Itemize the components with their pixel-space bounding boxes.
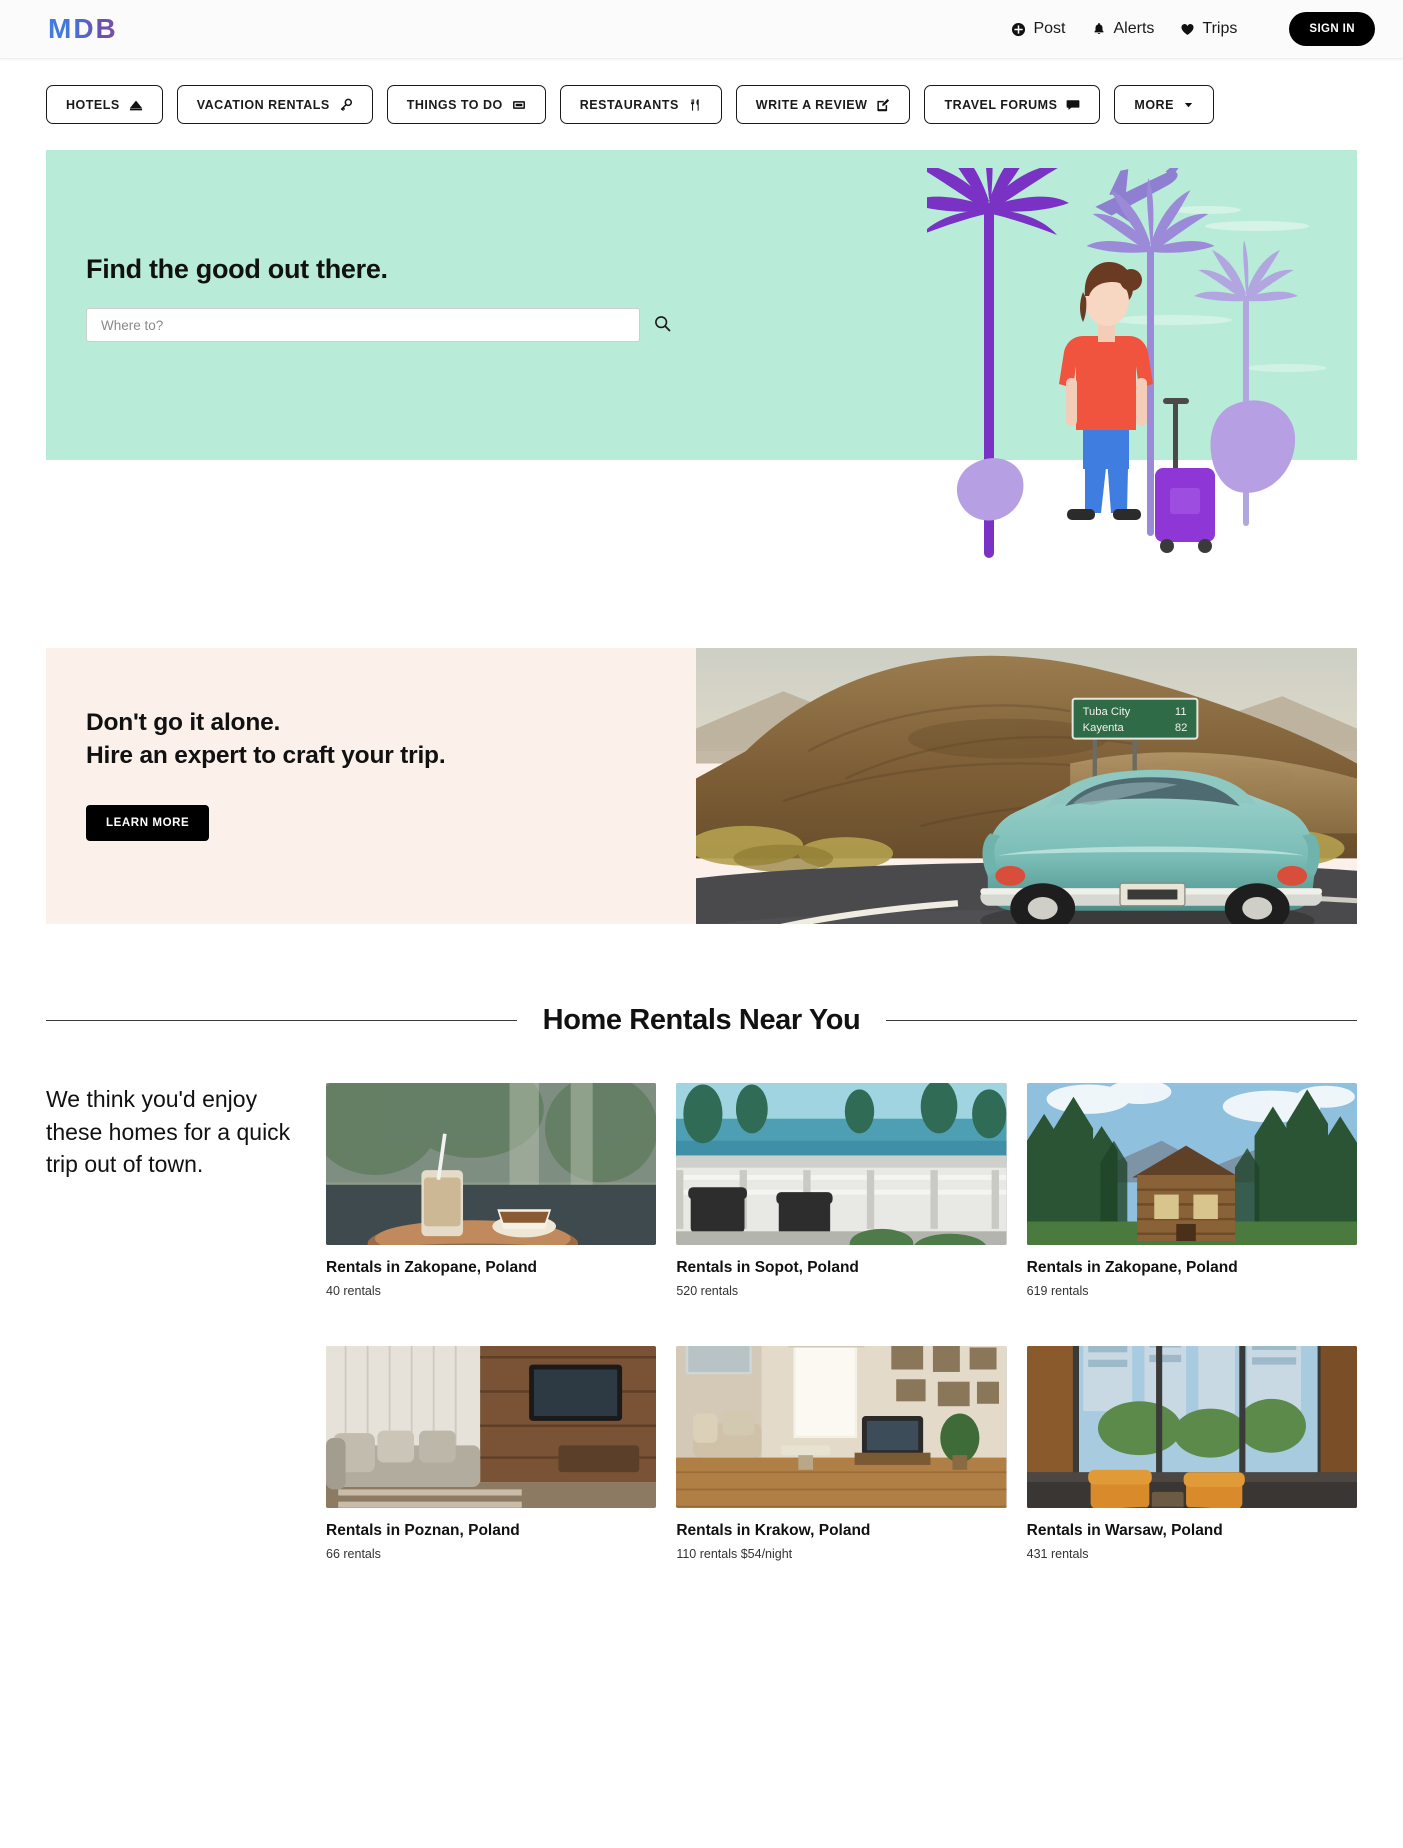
category-label-write-a-review: WRITE A REVIEW xyxy=(755,97,868,112)
learn-more-button[interactable]: LEARN MORE xyxy=(86,804,210,841)
bell-icon xyxy=(1092,22,1107,37)
rentals-intro-text: We think you'd enjoy these homes for a q… xyxy=(46,1086,291,1178)
rental-card[interactable]: Rentals in Krakow, Poland 110 rentals $5… xyxy=(676,1346,1007,1561)
rental-card[interactable]: Rentals in Warsaw, Poland 431 rentals xyxy=(1026,1346,1357,1561)
site-logo[interactable]: MDB xyxy=(48,13,118,45)
cutlery-icon xyxy=(688,98,702,112)
category-button-vacation-rentals[interactable]: VACATION RENTALS xyxy=(176,85,373,124)
heading-rule-right xyxy=(886,1020,1357,1021)
top-navigation: Post Alerts Trips SIGN IN xyxy=(1011,12,1375,46)
pencil-square-icon xyxy=(876,98,890,112)
plus-circle-icon xyxy=(1011,22,1026,37)
rental-card-subtitle: 66 rentals xyxy=(326,1547,381,1561)
topnav-item-post[interactable]: Post xyxy=(1011,20,1066,38)
key-icon xyxy=(339,98,353,112)
category-label-restaurants: RESTAURANTS xyxy=(579,97,679,112)
banner-headline-line2: Hire an expert to craft your trip. xyxy=(86,742,446,770)
rental-card[interactable]: Rentals in Poznan, Poland 66 rentals xyxy=(326,1346,657,1561)
rental-card[interactable]: Rentals in Sopot, Poland 520 rentals xyxy=(676,1083,1007,1298)
rental-card-title: Rentals in Krakow, Poland xyxy=(676,1522,871,1539)
category-label-vacation-rentals: VACATION RENTALS xyxy=(196,97,330,112)
hero-content: Find the good out there. xyxy=(86,254,673,342)
rental-card[interactable]: Rentals in Zakopane, Poland 40 rentals xyxy=(326,1083,657,1298)
svg-text:82: 82 xyxy=(1175,722,1187,734)
rental-card[interactable]: Rentals in Zakopane, Poland 619 rentals xyxy=(1026,1083,1357,1298)
banner-text-block: Don't go it alone. Hire an expert to cra… xyxy=(46,648,696,924)
heading-rule-left xyxy=(46,1020,517,1021)
topnav-item-trips[interactable]: Trips xyxy=(1180,20,1237,38)
category-button-more[interactable]: MORE xyxy=(1114,85,1214,124)
search-submit-button[interactable] xyxy=(652,313,673,337)
cafe-drink-on-table-photo xyxy=(326,1083,657,1245)
section-title: Home Rentals Near You xyxy=(542,1004,861,1036)
rental-card-title: Rentals in Zakopane, Poland xyxy=(326,1259,538,1276)
category-label-hotels: HOTELS xyxy=(66,97,120,112)
category-navigation: HOTELS VACATION RENTALS THINGS TO DO RES… xyxy=(0,59,1403,146)
category-label-things-to-do: THINGS TO DO xyxy=(406,97,503,112)
topnav-label-alerts: Alerts xyxy=(1113,20,1155,37)
category-label-more: MORE xyxy=(1134,97,1174,112)
wooden-cabin-in-forest-photo xyxy=(1026,1083,1357,1245)
rental-card-subtitle: 110 rentals $54/night xyxy=(676,1547,793,1561)
rental-card-subtitle: 431 rentals xyxy=(1026,1547,1089,1561)
caret-down-icon xyxy=(1183,99,1194,110)
category-label-travel-forums: TRAVEL FORUMS xyxy=(944,97,1058,112)
topnav-label-post: Post xyxy=(1033,20,1066,37)
hero-search-row xyxy=(86,308,673,342)
ticket-icon xyxy=(512,98,526,112)
category-button-write-a-review[interactable]: WRITE A REVIEW xyxy=(735,85,911,124)
city-view-lounge-photo xyxy=(1026,1346,1357,1508)
seaside-terrace-photo xyxy=(676,1083,1007,1245)
topnav-item-alerts[interactable]: Alerts xyxy=(1092,20,1155,38)
hero-section: Find the good out there. xyxy=(46,119,1357,580)
category-button-things-to-do[interactable]: THINGS TO DO xyxy=(386,85,546,124)
rentals-section: We think you'd enjoy these homes for a q… xyxy=(46,1083,1357,1561)
rental-card-title: Rentals in Zakopane, Poland xyxy=(1026,1259,1238,1276)
heart-icon xyxy=(1180,22,1195,37)
category-button-restaurants[interactable]: RESTAURANTS xyxy=(559,85,722,124)
search-input[interactable] xyxy=(86,308,640,342)
bed-icon xyxy=(129,98,143,112)
sign-in-button[interactable]: SIGN IN xyxy=(1289,12,1375,46)
topnav-label-trips: Trips xyxy=(1202,20,1238,37)
rentals-card-grid: Rentals in Zakopane, Poland 40 rentals R… xyxy=(326,1083,1357,1561)
rental-card-title: Rentals in Poznan, Poland xyxy=(326,1522,520,1539)
svg-text:11: 11 xyxy=(1175,706,1187,718)
modern-living-room-photo xyxy=(326,1346,657,1508)
comment-icon xyxy=(1066,98,1080,112)
category-button-travel-forums[interactable]: TRAVEL FORUMS xyxy=(924,85,1101,124)
hero-title: Find the good out there. xyxy=(86,254,388,284)
section-heading: Home Rentals Near You xyxy=(46,1004,1357,1037)
svg-text:Tuba City: Tuba City xyxy=(1083,706,1131,718)
hire-expert-banner: Don't go it alone. Hire an expert to cra… xyxy=(46,648,1357,924)
vintage-car-on-desert-road-photo: Tuba City 11 Kayenta 82 xyxy=(696,648,1357,924)
rental-card-title: Rentals in Sopot, Poland xyxy=(676,1259,859,1276)
rental-card-subtitle: 619 rentals xyxy=(1026,1284,1089,1298)
top-header: MDB Post Alerts Trips SIGN IN xyxy=(0,0,1403,59)
rental-card-subtitle: 40 rentals xyxy=(326,1284,381,1298)
rental-card-title: Rentals in Warsaw, Poland xyxy=(1026,1522,1223,1539)
banner-headline-line1: Don't go it alone. xyxy=(86,709,281,736)
rental-card-subtitle: 520 rentals xyxy=(676,1284,739,1298)
search-icon xyxy=(654,315,671,335)
category-button-hotels[interactable]: HOTELS xyxy=(46,85,163,124)
classic-apartment-interior-photo xyxy=(676,1346,1007,1508)
svg-text:Kayenta: Kayenta xyxy=(1083,722,1125,734)
